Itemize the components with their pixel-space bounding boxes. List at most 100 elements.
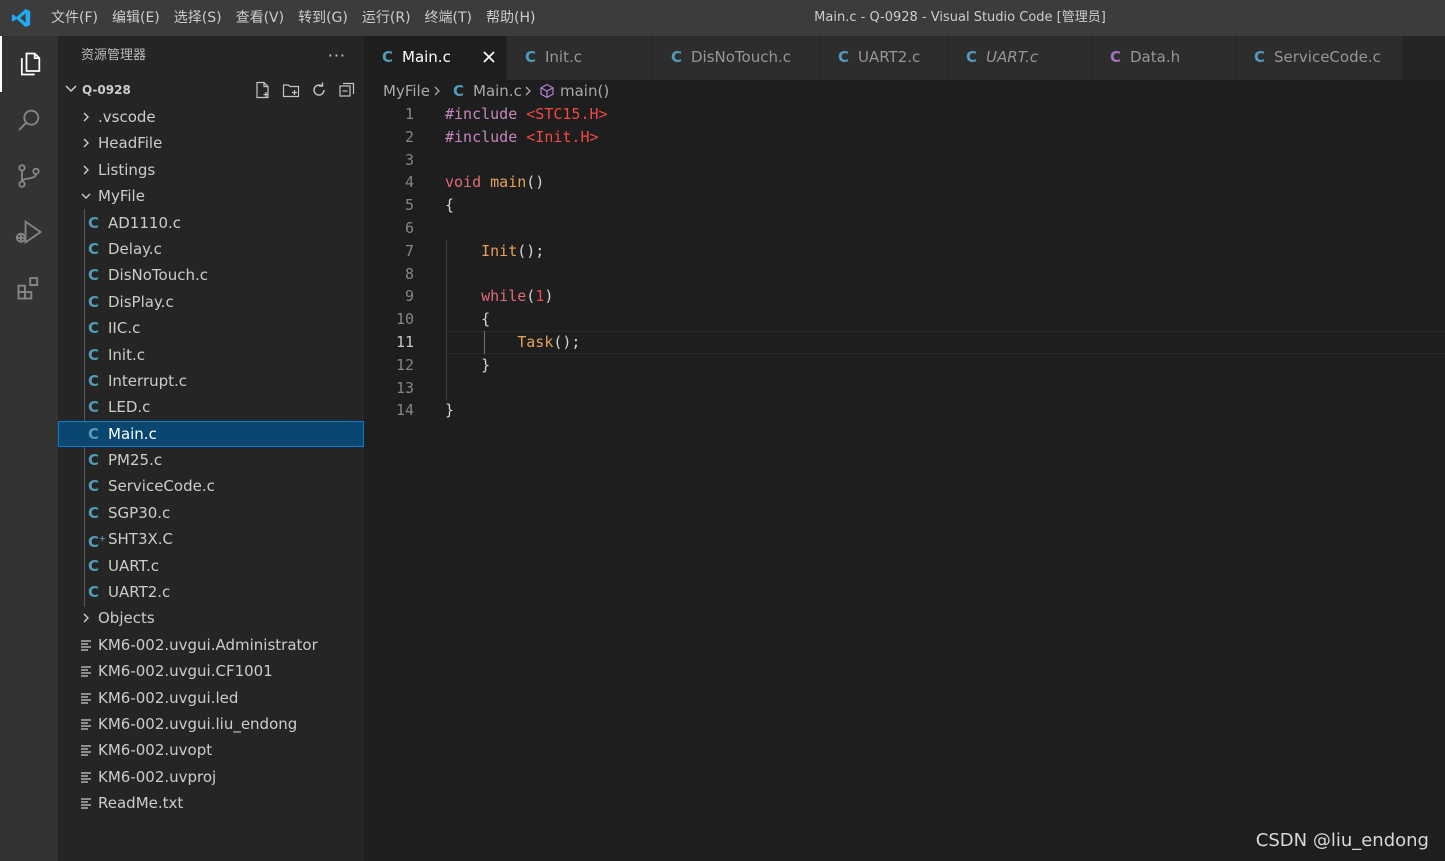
chevron-down-icon — [81, 193, 91, 200]
code-editor[interactable]: 1 #include <STC15.H> 2 #include <Init.H> 3 4 v… — [364, 102, 1445, 861]
text-file-icon — [81, 798, 91, 809]
tab-main-c[interactable]: C Main.c — [364, 36, 507, 80]
file-item[interactable]: KM6-002.uvgui.led — [58, 685, 364, 711]
c-file-icon: C — [88, 371, 100, 390]
file-item[interactable]: KM6-002.uvgui.liu_endong — [58, 711, 364, 737]
code-text: Task(); — [445, 331, 580, 354]
folder-item[interactable]: MyFile — [58, 183, 364, 209]
workspace-root-label: Q-0928 — [82, 83, 131, 97]
file-label: DisNoTouch.c — [108, 266, 208, 285]
extensions-icon[interactable] — [0, 260, 58, 316]
file-label: LED.c — [108, 398, 151, 417]
code-token: Init — [481, 241, 518, 260]
line-number: 1 — [404, 105, 414, 123]
file-label: ReadMe.txt — [98, 794, 184, 813]
file-item[interactable]: C UART.c — [58, 553, 364, 579]
menu-item[interactable]: 转到(G) — [291, 0, 355, 36]
line-number: 6 — [404, 219, 414, 237]
workspace-section-header[interactable]: Q-0928 — [58, 78, 364, 102]
code-line: 7 Init(); — [364, 240, 1445, 263]
chevron-down-icon — [65, 85, 77, 93]
tab-data-h[interactable]: C Data.h — [1092, 36, 1236, 80]
text-file-icon — [81, 772, 91, 783]
folder-item[interactable]: Listings — [58, 157, 364, 183]
c-file-icon: C — [1254, 48, 1266, 66]
code-line: 8 — [364, 263, 1445, 286]
file-item[interactable]: C AD1110.c — [58, 210, 364, 236]
c-file-icon: C — [88, 239, 100, 258]
file-item[interactable]: C IIC.c — [58, 315, 364, 341]
run-debug-icon[interactable] — [0, 204, 58, 260]
menu-item[interactable]: 编辑(E) — [105, 0, 167, 36]
c-file-icon: C — [88, 292, 100, 311]
folder-label: Objects — [98, 609, 155, 628]
menu-item[interactable]: 终端(T) — [418, 0, 479, 36]
menu-item[interactable]: 查看(V) — [229, 0, 292, 36]
more-actions-icon[interactable]: ··· — [328, 36, 346, 76]
breadcrumb-folder[interactable]: MyFile — [383, 80, 430, 102]
menu-item[interactable]: 选择(S) — [167, 0, 229, 36]
tab-servicecode-c[interactable]: C ServiceCode.c — [1236, 36, 1403, 80]
chevron-right-icon — [83, 138, 89, 148]
c-file-icon: C — [88, 319, 100, 338]
code-text: } — [445, 354, 490, 377]
folder-item[interactable]: .vscode — [58, 104, 364, 130]
explorer-icon[interactable] — [0, 36, 58, 92]
file-item[interactable]: C Init.c — [58, 342, 364, 368]
file-item[interactable]: KM6-002.uvgui.CF1001 — [58, 658, 364, 684]
breadcrumb-file[interactable]: Main.c — [473, 80, 522, 102]
file-item[interactable]: C Main.c — [58, 420, 364, 448]
file-item[interactable]: KM6-002.uvgui.Administrator — [58, 632, 364, 658]
file-label: PM25.c — [108, 451, 163, 470]
close-icon[interactable] — [482, 50, 496, 64]
file-item[interactable]: C DisNoTouch.c — [58, 262, 364, 288]
file-item[interactable]: ReadMe.txt — [58, 790, 364, 816]
file-item[interactable]: C Delay.c — [58, 236, 364, 262]
new-file-icon[interactable] — [254, 81, 272, 99]
file-item[interactable]: C ServiceCode.c — [58, 473, 364, 499]
refresh-icon[interactable] — [310, 81, 328, 99]
chevron-right-icon — [83, 165, 89, 175]
new-folder-icon[interactable] — [282, 81, 300, 99]
tab-uart2-c[interactable]: C UART2.c — [820, 36, 948, 80]
c-file-icon: C — [88, 583, 100, 602]
menu-item[interactable]: 文件(F) — [44, 0, 105, 36]
file-item[interactable]: C DisPlay.c — [58, 289, 364, 315]
source-control-icon[interactable] — [0, 148, 58, 204]
code-token: #include — [445, 127, 527, 146]
code-line: 14} — [364, 399, 1445, 422]
collapse-all-icon[interactable] — [338, 81, 356, 99]
tab-label: Main.c — [402, 48, 451, 66]
chevron-right-icon — [434, 86, 440, 96]
line-number: 14 — [395, 401, 414, 420]
search-icon[interactable] — [0, 92, 58, 148]
file-item[interactable]: KM6-002.uvopt — [58, 737, 364, 763]
tab-init-c[interactable]: C Init.c — [507, 36, 653, 80]
file-item[interactable]: C UART2.c — [58, 579, 364, 605]
tab-uart-c[interactable]: C UART.c — [948, 36, 1092, 80]
file-label: KM6-002.uvgui.CF1001 — [98, 662, 273, 681]
breadcrumb-symbol[interactable]: main() — [560, 80, 609, 102]
file-item[interactable]: C LED.c — [58, 394, 364, 420]
folder-item[interactable]: HeadFile — [58, 130, 364, 156]
menu-item[interactable]: 运行(R) — [355, 0, 418, 36]
file-label: KM6-002.uvgui.liu_endong — [98, 714, 298, 733]
file-label: AD1110.c — [108, 213, 182, 232]
file-item[interactable]: C Interrupt.c — [58, 368, 364, 394]
code-text: } — [445, 399, 454, 422]
file-item[interactable]: C+ SHT3X.C — [58, 526, 364, 552]
c-file-icon: C — [453, 82, 465, 100]
menu-item[interactable]: 帮助(H) — [479, 0, 542, 36]
folder-label: Listings — [98, 160, 156, 179]
tab-label: DisNoTouch.c — [691, 48, 791, 66]
folder-item[interactable]: Objects — [58, 605, 364, 631]
code-token: } — [445, 401, 455, 420]
file-item[interactable]: C PM25.c — [58, 447, 364, 473]
file-item[interactable]: KM6-002.uvproj — [58, 764, 364, 790]
file-item[interactable]: C SGP30.c — [58, 500, 364, 526]
activity-bar — [0, 36, 58, 861]
watermark-text: CSDN @liu_endong — [1255, 830, 1429, 851]
tab-disnotouch-c[interactable]: C DisNoTouch.c — [653, 36, 820, 80]
